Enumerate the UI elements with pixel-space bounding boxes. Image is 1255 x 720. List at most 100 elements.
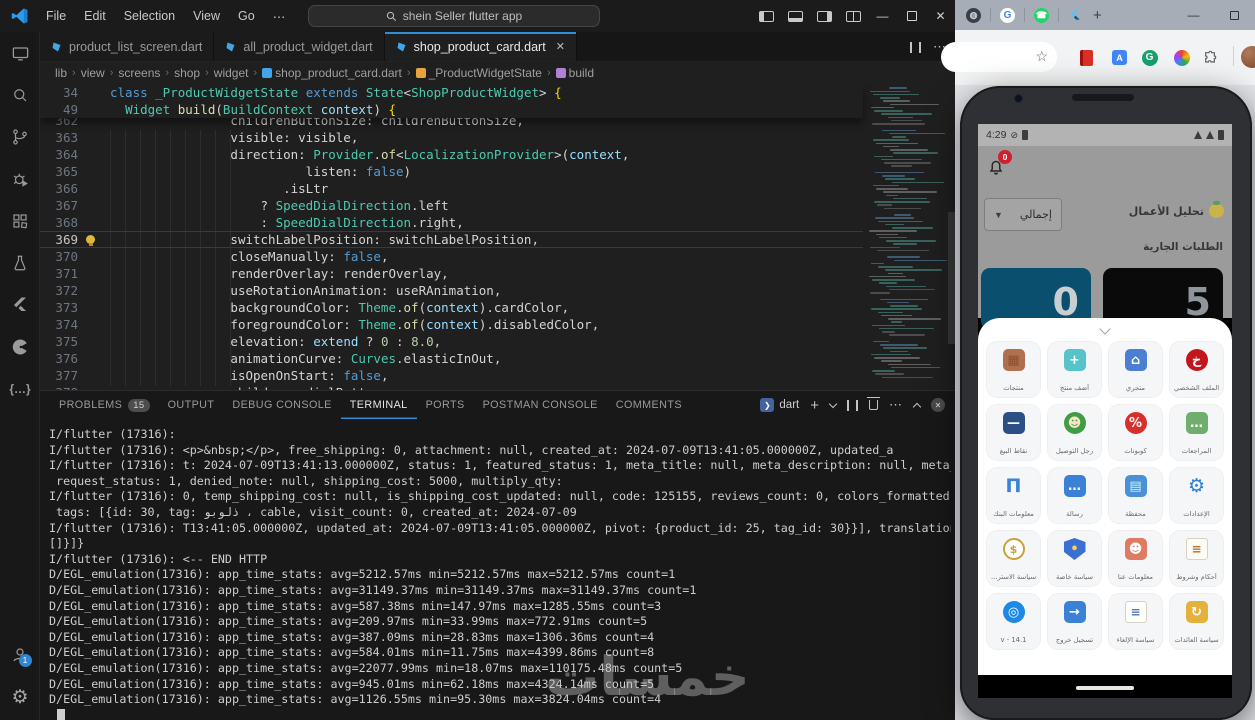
panel-more-actions-icon[interactable]: ⋯: [889, 397, 903, 413]
active-terminal-chip[interactable]: ❯ dart: [760, 398, 799, 412]
close-button[interactable]: ✕: [926, 0, 955, 32]
breadcrumb-item-method[interactable]: build: [569, 66, 594, 80]
split-editor-icon[interactable]: [910, 41, 921, 53]
tab-product-list-screen[interactable]: product_list_screen.dart: [40, 32, 215, 61]
app-grid-item-7[interactable]: … المراجعات: [1170, 405, 1223, 460]
code-line-369[interactable]: 369 switchLabelPosition: switchLabelPosi…: [40, 231, 863, 248]
whatsapp-favicon[interactable]: ☎: [1034, 7, 1049, 23]
totals-dropdown[interactable]: إجمالي ▼: [984, 198, 1062, 231]
lightbulb-icon[interactable]: [86, 235, 95, 246]
code-line-371[interactable]: 371 renderOverlay: renderOverlay,: [40, 265, 863, 282]
code-line-34[interactable]: 34 class _ProductWidgetState extends Stat…: [40, 84, 863, 101]
menu-overflow[interactable]: ⋯: [264, 9, 295, 24]
maximize-button[interactable]: [897, 0, 926, 32]
breadcrumb-item[interactable]: screens: [118, 66, 160, 80]
extensions-icon[interactable]: [0, 200, 40, 242]
code-line-374[interactable]: 374 foregroundColor: Theme.of(context).d…: [40, 316, 863, 333]
accounts-icon[interactable]: 1: [0, 634, 40, 676]
menu-view[interactable]: View: [184, 9, 229, 23]
snippets-icon[interactable]: {…}: [0, 368, 40, 410]
code-line-367[interactable]: 367 ? SpeedDialDirection.left: [40, 197, 863, 214]
breadcrumb-item[interactable]: widget: [214, 66, 249, 80]
panel-tab-terminal[interactable]: TERMINAL: [341, 391, 417, 419]
menu-edit[interactable]: Edit: [75, 9, 115, 23]
breadcrumb-item-class[interactable]: _ProductWidgetState: [429, 66, 542, 80]
panel-tab-postman-console[interactable]: POSTMAN CONSOLE: [474, 391, 607, 419]
terminal-dropdown-icon[interactable]: [828, 399, 838, 408]
app-grid-item-16[interactable]: ◎ v - 14.1: [987, 594, 1040, 649]
notification-bell-icon[interactable]: 0: [986, 150, 1012, 176]
code-line-365[interactable]: 365 listen: false): [40, 163, 863, 180]
remote-explorer-icon[interactable]: [0, 32, 40, 74]
code-line-372[interactable]: 372 useRotationAnimation: useRAnimation,: [40, 282, 863, 299]
code-line-368[interactable]: 368 : SpeedDialDirection.right,: [40, 214, 863, 231]
app-grid-item-17[interactable]: → تسجيل خروج: [1048, 594, 1101, 649]
breadcrumb-item-file[interactable]: shop_product_card.dart: [275, 66, 402, 80]
customize-layout-icon[interactable]: [839, 0, 868, 32]
app-grid-item-18[interactable]: ≡ سياسة الإلغاء: [1109, 594, 1162, 649]
app-grid-item-13[interactable]: • سياسة خاصة: [1048, 531, 1101, 586]
terminal-output[interactable]: I/flutter (17316): I/flutter (17316): <p>…: [49, 427, 951, 708]
globe-favicon[interactable]: ◍: [966, 7, 981, 23]
tab-all-product-widget[interactable]: all_product_widget.dart: [214, 32, 385, 61]
app-grid-item-6[interactable]: % كوبونات: [1109, 405, 1162, 460]
app-grid-item-5[interactable]: ☻ رجل التوصيل: [1048, 405, 1101, 460]
new-tab-button[interactable]: +: [1093, 7, 1102, 24]
app-grid-item-0[interactable]: ▦ منتجات: [987, 342, 1040, 397]
app-grid-item-15[interactable]: ≡ أحكام وشروط: [1170, 531, 1223, 586]
new-terminal-icon[interactable]: +: [810, 397, 819, 414]
breadcrumb-item[interactable]: lib: [55, 66, 67, 80]
code-line-364[interactable]: 364 direction: Provider.of<LocalizationP…: [40, 146, 863, 163]
breadcrumb-item[interactable]: view: [81, 66, 105, 80]
app-grid-item-4[interactable]: — نقاط البيع: [987, 405, 1040, 460]
chrome-minimize-button[interactable]: —: [1173, 0, 1214, 30]
panel-tab-debug-console[interactable]: DEBUG CONSOLE: [223, 391, 340, 419]
app-grid-item-9[interactable]: … رسالة: [1048, 468, 1101, 523]
color-wheel-extension-icon[interactable]: [1173, 49, 1190, 66]
app-grid-item-11[interactable]: ⚙ الإعدادات: [1170, 468, 1223, 523]
settings-gear-icon[interactable]: ⚙: [0, 676, 40, 718]
code-line-370[interactable]: 370 closeManually: false,: [40, 248, 863, 265]
panel-tab-ports[interactable]: PORTS: [417, 391, 474, 419]
app-grid-item-10[interactable]: ▤ محفظة: [1109, 468, 1162, 523]
code-line-373[interactable]: 373 backgroundColor: Theme.of(context).c…: [40, 299, 863, 316]
kill-terminal-icon[interactable]: [867, 397, 880, 410]
code-line-363[interactable]: 363 visible: visible,: [40, 129, 863, 146]
split-terminal-icon[interactable]: [847, 399, 858, 411]
code-editor[interactable]: 362 childrenButtonSize: childrenButtonSi…: [40, 84, 955, 390]
search-icon[interactable]: [0, 74, 40, 116]
toggle-sidebar-icon[interactable]: [752, 0, 781, 32]
testing-icon[interactable]: [0, 242, 40, 284]
toggle-secondary-sidebar-icon[interactable]: [810, 0, 839, 32]
profile-avatar[interactable]: [1241, 46, 1255, 68]
app-grid-item-2[interactable]: ⌂ متجري: [1109, 342, 1162, 397]
maximize-panel-icon[interactable]: [912, 402, 922, 411]
editor-scrollbar[interactable]: [948, 212, 955, 344]
close-panel-icon[interactable]: ✕: [931, 398, 945, 412]
flutter-favicon[interactable]: [1068, 8, 1082, 22]
breadcrumb-item[interactable]: shop: [174, 66, 200, 80]
app-grid-item-14[interactable]: ☻ معلومات عنا: [1109, 531, 1162, 586]
address-bar[interactable]: ☆: [941, 42, 1057, 72]
sheet-collapse-chevron-icon[interactable]: [978, 320, 1232, 338]
source-control-icon[interactable]: [0, 116, 40, 158]
app-grid-item-8[interactable]: Π معلومات البنك: [987, 468, 1040, 523]
menu-file[interactable]: File: [37, 9, 75, 23]
dart-devtools-icon[interactable]: [0, 326, 40, 368]
bookmark-star-icon[interactable]: ☆: [1035, 48, 1048, 65]
chrome-restore-button[interactable]: [1214, 0, 1255, 30]
toggle-panel-icon[interactable]: [781, 0, 810, 32]
app-grid-item-12[interactable]: $ سياسة الاستر...: [987, 531, 1040, 586]
panel-tab-output[interactable]: OUTPUT: [159, 391, 224, 419]
app-grid-item-1[interactable]: + أضف منتج: [1048, 342, 1101, 397]
minimize-button[interactable]: —: [868, 0, 897, 32]
code-line-377[interactable]: 377 isOpenOnStart: false,: [40, 367, 863, 384]
grammarly-extension-icon[interactable]: G: [1141, 49, 1158, 66]
tab-close-icon[interactable]: ✕: [556, 40, 565, 53]
app-grid-item-19[interactable]: ↻ سياسة العائدات: [1170, 594, 1223, 649]
minimap[interactable]: [865, 84, 947, 390]
panel-tab-problems[interactable]: PROBLEMS 15: [50, 391, 159, 419]
code-line-376[interactable]: 376 animationCurve: Curves.elasticInOut,: [40, 350, 863, 367]
run-debug-icon[interactable]: [0, 158, 40, 200]
tab-shop-product-card[interactable]: shop_product_card.dart ✕: [384, 32, 577, 61]
